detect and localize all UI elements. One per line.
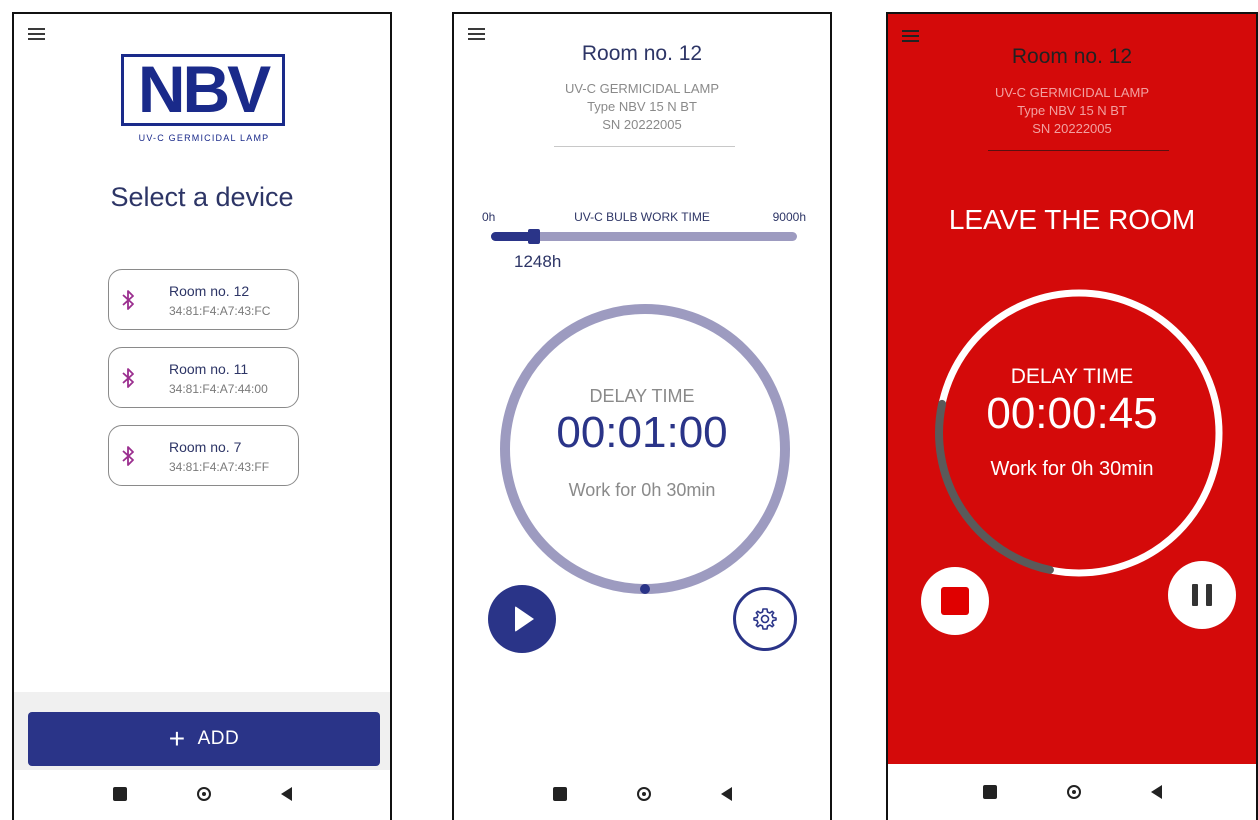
- device-mac: 34:81:F4:A7:44:00: [169, 382, 268, 396]
- system-nav-bar: [454, 768, 830, 820]
- device-name: Room no. 7: [169, 439, 242, 455]
- divider: [988, 150, 1169, 151]
- bluetooth-icon: [122, 446, 134, 466]
- bulb-work-time-thumb: [528, 229, 540, 244]
- add-button[interactable]: + ADD: [28, 712, 380, 766]
- work-duration: Work for 0h 30min: [990, 458, 1154, 480]
- nav-recent-icon[interactable]: [112, 787, 127, 801]
- menu-icon[interactable]: [902, 30, 919, 42]
- settings-button[interactable]: [733, 587, 797, 651]
- add-label: ADD: [197, 728, 240, 749]
- nav-recent-icon[interactable]: [552, 787, 567, 801]
- stop-button[interactable]: [921, 567, 989, 635]
- system-nav-bar: [14, 768, 390, 820]
- system-nav-bar: [888, 764, 1256, 820]
- plus-icon: +: [168, 723, 186, 754]
- page-title: Select a device: [110, 182, 294, 212]
- delay-time-label: DELAY TIME: [589, 386, 695, 406]
- nav-back-icon[interactable]: [280, 787, 292, 801]
- lamp-title: UV-C GERMICIDAL LAMP: [564, 81, 720, 96]
- lamp-type: Type NBV 15 N BT: [587, 99, 697, 114]
- lamp-sn: SN 20222005: [602, 117, 682, 132]
- device-running-screen: Room no. 12 UV-C GERMICIDAL LAMP Type NB…: [886, 12, 1258, 820]
- nav-home-icon[interactable]: [1066, 785, 1081, 799]
- lamp-type: Type NBV 15 N BT: [1017, 103, 1127, 118]
- nav-back-icon[interactable]: [720, 787, 732, 801]
- play-button[interactable]: [488, 585, 556, 653]
- menu-icon[interactable]: [28, 28, 45, 40]
- bluetooth-icon: [122, 368, 134, 388]
- divider: [554, 146, 735, 147]
- nav-home-icon[interactable]: [196, 787, 211, 801]
- delay-time-value: 00:01:00: [556, 408, 728, 457]
- leave-room-warning: LEAVE THE ROOM: [948, 204, 1196, 235]
- device-mac: 34:81:F4:A7:43:FF: [169, 460, 270, 474]
- lamp-sn: SN 20222005: [1032, 121, 1112, 136]
- nav-home-icon[interactable]: [636, 787, 651, 801]
- lamp-info: UV-C GERMICIDAL LAMP Type NBV 15 N BT SN…: [888, 84, 1256, 138]
- room-title: Room no. 12: [581, 42, 703, 65]
- device-item-room-11[interactable]: Room no. 11 34:81:F4:A7:44:00: [108, 347, 299, 408]
- logo-text: NBV: [137, 52, 271, 126]
- gear-icon: [753, 608, 777, 630]
- nav-back-icon[interactable]: [1150, 785, 1162, 799]
- work-duration: Work for 0h 30min: [568, 480, 716, 500]
- bluetooth-icon: [122, 290, 134, 310]
- device-list-screen: NBV UV-C GERMICIDAL LAMP Select a device…: [12, 12, 392, 820]
- menu-icon[interactable]: [468, 28, 485, 40]
- delay-time-label: DELAY TIME: [1010, 365, 1134, 388]
- pause-button[interactable]: [1168, 561, 1236, 629]
- lamp-title: UV-C GERMICIDAL LAMP: [994, 85, 1150, 100]
- logo-subtitle: UV-C GERMICIDAL LAMP: [138, 133, 270, 143]
- lamp-info: UV-C GERMICIDAL LAMP Type NBV 15 N BT SN…: [454, 80, 830, 134]
- delay-time-value: 00:00:45: [986, 389, 1158, 438]
- pause-icon: [1192, 584, 1198, 606]
- room-title: Room no. 12: [1011, 45, 1133, 68]
- device-name: Room no. 12: [169, 283, 250, 299]
- device-item-room-12[interactable]: Room no. 12 34:81:F4:A7:43:FC: [108, 269, 299, 330]
- bulb-max-label: 9000h: [772, 210, 806, 224]
- device-idle-screen: Room no. 12 UV-C GERMICIDAL LAMP Type NB…: [452, 12, 832, 820]
- device-name: Room no. 11: [169, 361, 249, 377]
- bulb-hours-value: 1248h: [514, 252, 562, 271]
- device-mac: 34:81:F4:A7:43:FC: [169, 304, 271, 318]
- nbv-logo: NBV: [121, 52, 285, 126]
- nav-recent-icon[interactable]: [982, 785, 997, 799]
- device-item-room-7[interactable]: Room no. 7 34:81:F4:A7:43:FF: [108, 425, 299, 486]
